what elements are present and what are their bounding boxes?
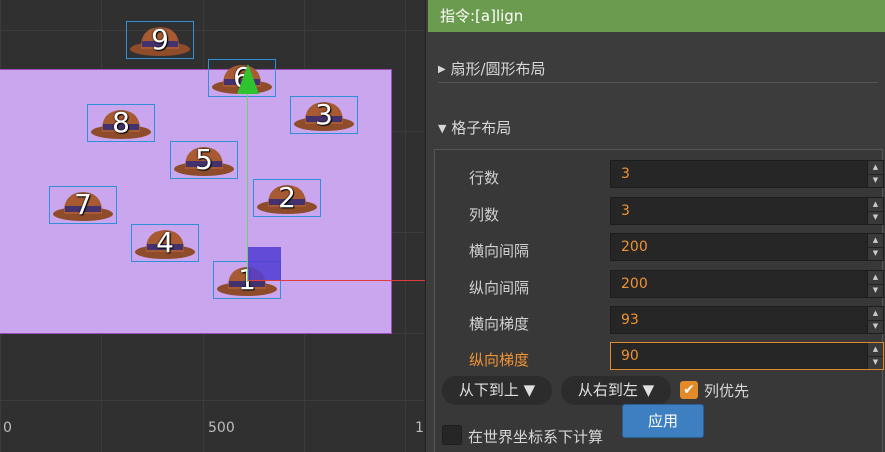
fan-layout-section[interactable]: ▶ 扇形/圆形布局	[438, 58, 546, 79]
hat-number: 5	[195, 143, 213, 176]
spin-down-icon[interactable]: ▼	[868, 356, 883, 369]
field-label: 纵向梯度	[469, 351, 530, 369]
section-title: 格子布局	[451, 119, 512, 137]
field-value: 200	[621, 276, 648, 292]
horizontal-gradient-input[interactable]: 93 ▲ ▼	[610, 306, 884, 334]
spin-up-icon[interactable]: ▲	[868, 271, 883, 285]
hat-node[interactable]: 2	[253, 179, 321, 217]
column-first-label: 列优先	[704, 382, 750, 400]
field-value: 90	[621, 348, 639, 364]
world-coords-checkbox[interactable]	[442, 425, 462, 445]
spin-down-icon[interactable]: ▼	[868, 284, 883, 297]
grid-layout-section[interactable]: ▼ 格子布局	[438, 117, 511, 138]
collapse-arrow-icon: ▶	[438, 64, 446, 75]
hat-number: 8	[112, 106, 130, 139]
hat-node[interactable]: 8	[87, 104, 155, 142]
world-coords-label: 在世界坐标系下计算	[468, 428, 604, 446]
hat-number: 7	[74, 188, 92, 221]
field-label: 行数	[469, 169, 500, 187]
spin-down-icon[interactable]: ▼	[868, 320, 883, 333]
vertical-order-dropdown[interactable]: 从下到上 ▼	[442, 376, 552, 405]
rows-input[interactable]: 3 ▲ ▼	[610, 160, 884, 188]
column-first-checkbox[interactable]: ✔	[680, 381, 698, 399]
spin-down-icon[interactable]: ▼	[868, 211, 883, 224]
spinner[interactable]: ▲ ▼	[867, 161, 883, 187]
horizontal-order-dropdown[interactable]: 从右到左 ▼	[561, 376, 671, 405]
spinner[interactable]: ▲ ▼	[867, 234, 883, 260]
expand-arrow-icon: ▼	[438, 122, 447, 135]
field-value: 3	[621, 203, 630, 219]
horizontal-spacing-input[interactable]: 200 ▲ ▼	[610, 233, 884, 261]
spin-down-icon[interactable]: ▼	[868, 174, 883, 187]
apply-button[interactable]: 应用	[622, 404, 704, 438]
move-gizmo-handle[interactable]	[248, 247, 281, 280]
hat-node[interactable]: 5	[170, 141, 238, 179]
spinner[interactable]: ▲ ▼	[867, 198, 883, 224]
field-label: 横向梯度	[469, 315, 530, 333]
section-title: 扇形/圆形布局	[450, 60, 546, 78]
hat-number: 3	[315, 98, 333, 131]
hat-number: 9	[151, 23, 169, 56]
field-label: 横向间隔	[469, 242, 530, 260]
panel-title: 指令:[a]lign	[428, 0, 885, 32]
hat-number: 4	[156, 226, 174, 259]
divider	[438, 82, 878, 83]
field-label: 列数	[469, 206, 500, 224]
grid-line	[405, 0, 406, 452]
hat-node[interactable]: 3	[290, 96, 358, 134]
field-value: 200	[621, 239, 648, 255]
hat-node[interactable]: 4	[131, 224, 199, 262]
spinner[interactable]: ▲ ▼	[867, 307, 883, 333]
spinner[interactable]: ▲ ▼	[867, 271, 883, 297]
ruler-label: 0	[3, 420, 12, 436]
spin-up-icon[interactable]: ▲	[868, 234, 883, 248]
ruler-label: 500	[208, 420, 235, 436]
spin-up-icon[interactable]: ▲	[868, 161, 883, 175]
vertical-spacing-input[interactable]: 200 ▲ ▼	[610, 270, 884, 298]
spin-up-icon[interactable]: ▲	[868, 343, 883, 357]
move-gizmo-x-axis[interactable]	[248, 280, 425, 281]
spin-down-icon[interactable]: ▼	[868, 247, 883, 260]
columns-input[interactable]: 3 ▲ ▼	[610, 197, 884, 225]
gizmo-up-arrow-icon[interactable]	[237, 64, 259, 94]
grid-line	[0, 30, 425, 31]
hat-node[interactable]: 7	[49, 186, 117, 224]
vertical-gradient-input[interactable]: 90 ▲ ▼	[610, 342, 884, 370]
field-value: 93	[621, 312, 639, 328]
spinner[interactable]: ▲ ▼	[867, 343, 883, 369]
field-value: 3	[621, 166, 630, 182]
hat-node[interactable]: 9	[126, 21, 194, 59]
scene-view[interactable]: 9 6 3 8 5 2 7 4 1 0 500 1	[0, 0, 425, 452]
spin-up-icon[interactable]: ▲	[868, 307, 883, 321]
field-label: 纵向间隔	[469, 279, 530, 297]
spin-up-icon[interactable]: ▲	[868, 198, 883, 212]
grid-line	[0, 400, 425, 401]
checkmark-icon: ✔	[683, 382, 695, 398]
ruler-label: 1	[415, 420, 424, 436]
hat-number: 2	[278, 181, 296, 214]
